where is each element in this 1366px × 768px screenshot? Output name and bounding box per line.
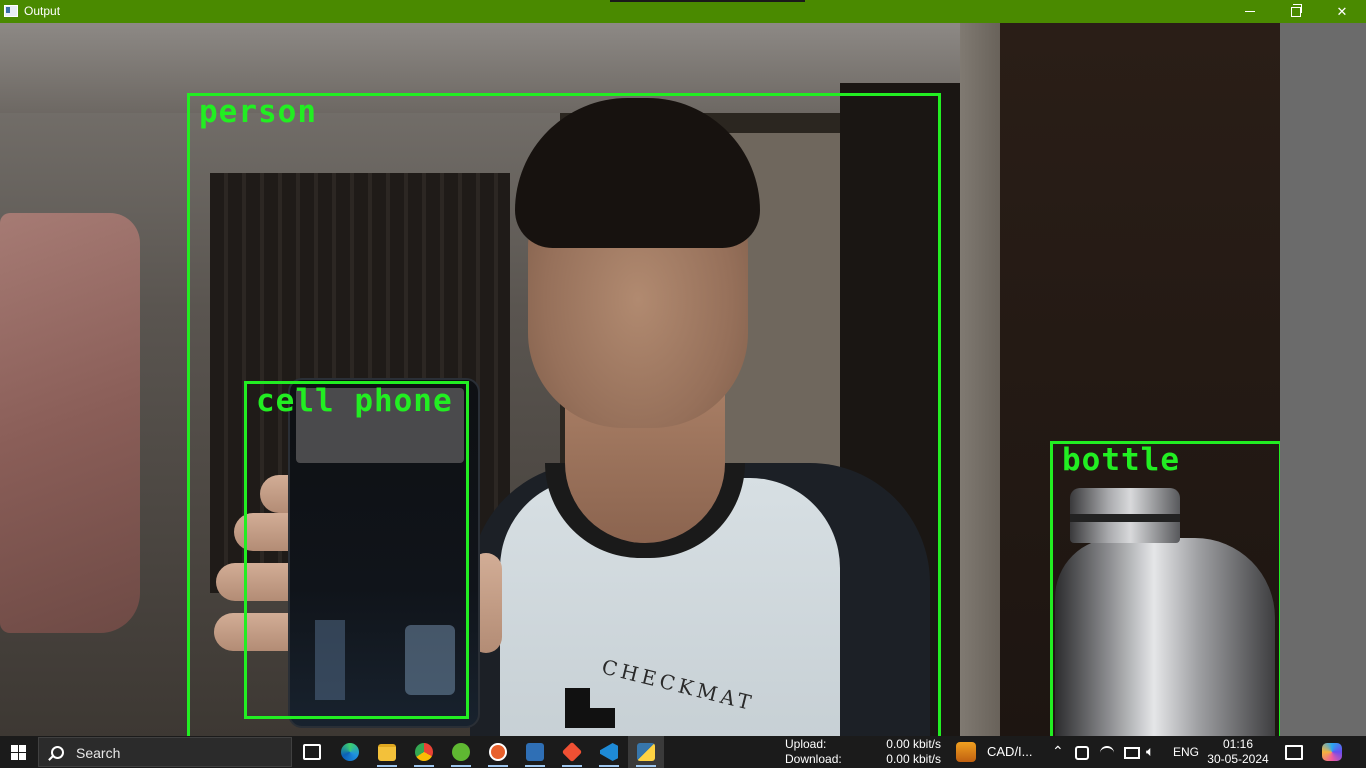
download-value: 0.00 kbit/s (886, 752, 941, 766)
search-placeholder: Search (76, 745, 121, 761)
taskbar-app-git[interactable] (554, 736, 590, 768)
running-indicator (525, 765, 545, 767)
upload-label: Upload: (785, 737, 827, 751)
edge-icon (341, 743, 359, 761)
window-title: Output (24, 4, 61, 18)
running-indicator (599, 765, 619, 767)
running-indicator (636, 765, 656, 767)
taskbar-app-file-explorer[interactable] (369, 736, 405, 768)
detection-box-bottle (1050, 441, 1280, 736)
notifications-icon[interactable] (1285, 745, 1303, 760)
window-title-bar[interactable]: Output ✕ (0, 0, 1366, 23)
camera-output-frame: CHECKMAT person cell phone bottle (0, 23, 1280, 736)
upload-value: 0.00 kbit/s (886, 737, 941, 751)
taskbar-app-python-output[interactable] (628, 736, 664, 768)
window-empty-area (1280, 23, 1366, 736)
clock-time: 01:16 (1222, 737, 1254, 751)
app-orange-icon (489, 743, 507, 761)
minimize-button[interactable] (1227, 0, 1273, 23)
background-cloth (0, 213, 140, 633)
file-explorer-icon (378, 743, 396, 761)
detection-box-cell-phone (244, 381, 469, 719)
start-button[interactable] (0, 736, 36, 768)
running-indicator (488, 765, 508, 767)
restore-icon (1291, 3, 1302, 17)
battery-icon[interactable] (1124, 747, 1140, 759)
app-blue-icon (526, 743, 544, 761)
detection-label-cell-phone: cell phone (256, 383, 453, 419)
taskbar-app-chrome[interactable] (406, 736, 442, 768)
running-indicator (451, 765, 471, 767)
detection-label-person: person (199, 94, 317, 130)
close-button[interactable]: ✕ (1319, 0, 1365, 23)
network-speed-labels: Upload: Download: (785, 737, 842, 767)
windows-logo-icon (10, 744, 26, 760)
wifi-icon[interactable] (1100, 746, 1114, 760)
show-hidden-icons-chevron-up-icon[interactable]: ⌃ (1052, 743, 1064, 760)
taskbar-app-orange[interactable] (480, 736, 516, 768)
copilot-icon[interactable] (1322, 743, 1342, 761)
app-window-icon (4, 5, 18, 17)
task-view-button[interactable] (294, 736, 330, 768)
clock-date: 30-05-2024 (1207, 752, 1269, 766)
task-view-icon (303, 744, 321, 760)
cad-app-icon[interactable] (956, 742, 976, 762)
cad-app-label[interactable]: CAD/I... (987, 744, 1033, 759)
app-green-icon (452, 743, 470, 761)
system-clock[interactable]: 01:16 30-05-2024 (1205, 737, 1271, 767)
minimize-icon (1245, 11, 1255, 12)
taskbar-app-vscode[interactable] (591, 736, 627, 768)
download-label: Download: (785, 752, 842, 766)
running-indicator (377, 765, 397, 767)
close-icon: ✕ (1336, 3, 1348, 19)
title-bar-accent (610, 0, 805, 2)
chrome-icon (415, 743, 433, 761)
detection-label-bottle: bottle (1062, 442, 1180, 478)
network-speed-values: 0.00 kbit/s 0.00 kbit/s (862, 737, 941, 767)
maximize-button[interactable] (1273, 0, 1319, 23)
running-indicator (414, 765, 434, 767)
meet-now-icon[interactable] (1075, 746, 1089, 760)
language-indicator[interactable]: ENG (1173, 745, 1199, 759)
running-indicator (562, 765, 582, 767)
search-icon (51, 746, 64, 759)
taskbar: Search Upload: Download: 0.00 kbit/s 0.0… (0, 736, 1366, 768)
python-window-icon (637, 743, 655, 761)
git-icon (561, 741, 583, 763)
taskbar-search-box[interactable]: Search (38, 737, 292, 767)
vscode-icon (600, 743, 618, 761)
taskbar-app-blue[interactable] (517, 736, 553, 768)
taskbar-app-green[interactable] (443, 736, 479, 768)
volume-icon[interactable]: 🔈︎ (1146, 743, 1154, 760)
taskbar-app-edge[interactable] (332, 736, 368, 768)
